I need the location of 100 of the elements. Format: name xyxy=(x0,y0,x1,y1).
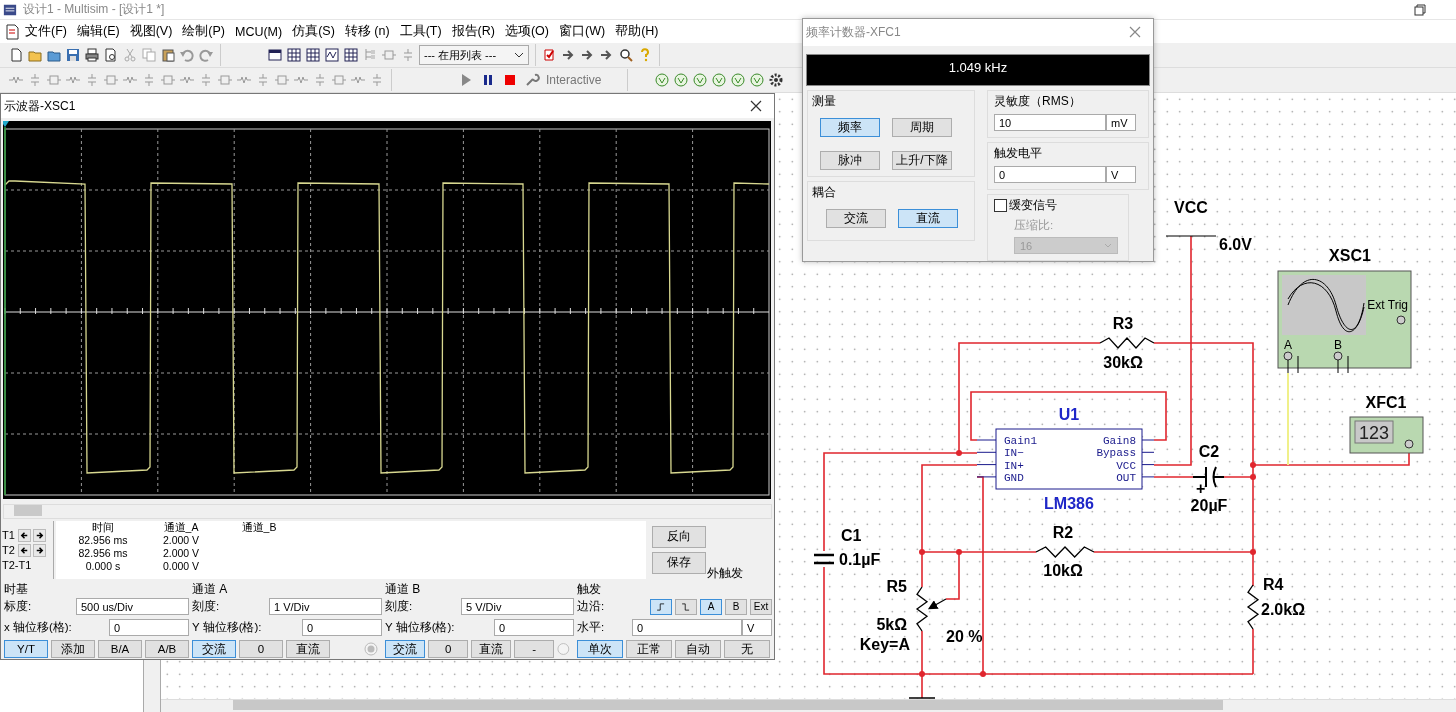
field-label: 刻度: xyxy=(192,599,220,614)
close-icon[interactable] xyxy=(750,100,762,113)
menu-item[interactable]: 转移 (n) xyxy=(339,23,395,40)
document-icon[interactable] xyxy=(4,23,20,40)
junction-dot xyxy=(1250,462,1256,468)
scale-field[interactable]: 1 V/Div xyxy=(269,598,382,615)
redo-icon[interactable] xyxy=(198,47,214,63)
copy-icon[interactable] xyxy=(141,47,157,63)
component-icon[interactable] xyxy=(274,72,290,88)
cursor-line[interactable] xyxy=(3,121,9,496)
grid-icon[interactable] xyxy=(286,47,302,63)
mode-button[interactable]: B/A xyxy=(98,640,142,658)
restore-icon[interactable] xyxy=(1414,3,1426,16)
window-icon[interactable] xyxy=(267,47,283,63)
menu-item[interactable]: 选项(O) xyxy=(499,23,554,40)
offset-field[interactable]: 0 xyxy=(109,619,189,636)
mode-button[interactable]: 交流 xyxy=(192,640,236,658)
capacitor-symbol xyxy=(812,553,836,565)
component-icon[interactable] xyxy=(46,72,62,88)
option-button[interactable]: 交流 xyxy=(826,209,886,228)
mode-button[interactable]: 正常 xyxy=(626,640,672,658)
action-button[interactable]: 保存 xyxy=(652,551,706,574)
option-button[interactable]: 频率 xyxy=(820,118,880,137)
probe-icon[interactable] xyxy=(654,72,671,88)
probe-icon[interactable] xyxy=(730,72,747,88)
menu-item[interactable]: 绘制(P) xyxy=(177,23,230,40)
mode-button[interactable]: 交流 xyxy=(385,640,426,658)
menu-item[interactable]: 报告(R) xyxy=(446,23,500,40)
source-button[interactable]: A xyxy=(700,598,722,615)
window-title: 示波器-XSC1 xyxy=(4,97,76,115)
component-icon[interactable] xyxy=(331,72,347,88)
zoom-icon[interactable] xyxy=(618,47,634,63)
junction-dot xyxy=(1250,549,1256,555)
mode-button[interactable]: 直流 xyxy=(286,640,330,658)
rising-edge-icon[interactable] xyxy=(650,598,672,615)
checkbox-label[interactable]: 缓变信号 xyxy=(1009,197,1057,214)
mode-button[interactable]: 0 xyxy=(239,640,283,658)
mode-button[interactable]: 添加 xyxy=(51,640,95,658)
value-label: 0.1µF xyxy=(839,551,881,568)
offset-field[interactable]: 0 xyxy=(494,619,574,636)
arrow-right-icon[interactable] xyxy=(33,543,46,557)
grid-icon[interactable] xyxy=(305,47,321,63)
offset-field[interactable]: 0 xyxy=(302,619,382,636)
component-icon[interactable] xyxy=(381,47,397,63)
arrow-right-icon[interactable] xyxy=(33,528,46,542)
print-preview-icon[interactable] xyxy=(103,47,119,63)
mode-button[interactable]: 无 xyxy=(724,640,770,658)
option-button[interactable]: 上升/下降 xyxy=(892,151,952,170)
menu-item[interactable]: 工具(T) xyxy=(394,23,447,40)
mode-button[interactable]: Y/T xyxy=(4,640,48,658)
waveform-icon[interactable] xyxy=(324,47,340,63)
mode-button[interactable]: - xyxy=(514,640,555,658)
mode-button[interactable]: 单次 xyxy=(577,640,623,658)
menu-item[interactable]: 帮助(H) xyxy=(610,23,664,40)
menu-item[interactable]: MCU(M) xyxy=(230,24,288,39)
mode-button[interactable]: 自动 xyxy=(675,640,721,658)
settings-icon[interactable] xyxy=(768,72,785,88)
probe-icon[interactable] xyxy=(692,72,709,88)
probe-icon[interactable] xyxy=(673,72,690,88)
level-field[interactable]: 0 xyxy=(632,619,742,636)
mode-button[interactable]: A/B xyxy=(145,640,189,658)
source-button[interactable]: Ext xyxy=(750,598,772,615)
falling-edge-icon[interactable] xyxy=(675,598,697,615)
stop-icon[interactable] xyxy=(502,72,518,88)
action-button[interactable]: 反向 xyxy=(652,525,706,548)
probe-icon[interactable] xyxy=(711,72,728,88)
new-document-icon[interactable] xyxy=(8,47,24,63)
horizontal-scrollbar[interactable] xyxy=(3,504,772,519)
source-button[interactable]: B xyxy=(725,598,747,615)
horizontal-scrollbar[interactable] xyxy=(161,699,1456,712)
save-icon[interactable] xyxy=(65,47,81,63)
option-button[interactable]: 脉冲 xyxy=(820,151,880,170)
component-icon[interactable] xyxy=(217,72,233,88)
simulation-mode[interactable]: Interactive xyxy=(546,73,622,87)
undo-icon[interactable] xyxy=(179,47,195,63)
printer-icon[interactable] xyxy=(84,47,100,63)
frequency-display: 1.049 kHz xyxy=(806,53,1150,86)
arrow-left-icon[interactable] xyxy=(18,543,31,557)
voltage-label: 6.0V xyxy=(1219,236,1252,253)
component-icon[interactable] xyxy=(103,72,119,88)
cursor-label: T2 xyxy=(2,544,16,557)
menu-item[interactable]: 编辑(E) xyxy=(71,23,125,40)
scale-field[interactable]: 5 V/Div xyxy=(461,598,574,615)
mode-button[interactable]: 直流 xyxy=(471,640,512,658)
component-icon[interactable] xyxy=(160,72,176,88)
menu-item[interactable]: 视图(V) xyxy=(124,23,178,40)
arrow-left-icon[interactable] xyxy=(18,528,31,542)
in-use-list-dropdown[interactable]: --- 在用列表 --- xyxy=(419,45,529,65)
mode-button[interactable]: 0 xyxy=(428,640,469,658)
option-button[interactable]: 直流 xyxy=(898,209,958,228)
menu-item[interactable]: 仿真(S) xyxy=(287,23,340,40)
menu-item[interactable]: 窗口(W) xyxy=(554,23,611,40)
checkbox[interactable] xyxy=(994,199,1007,212)
scale-field[interactable]: 500 us/Div xyxy=(76,598,189,615)
menu-item[interactable]: 文件(F) xyxy=(20,23,72,40)
paste-icon[interactable] xyxy=(160,47,176,63)
grid-icon[interactable] xyxy=(343,47,359,63)
value-field[interactable]: 10 xyxy=(994,114,1106,131)
option-button[interactable]: 周期 xyxy=(892,118,952,137)
value-field[interactable]: 0 xyxy=(994,166,1106,183)
